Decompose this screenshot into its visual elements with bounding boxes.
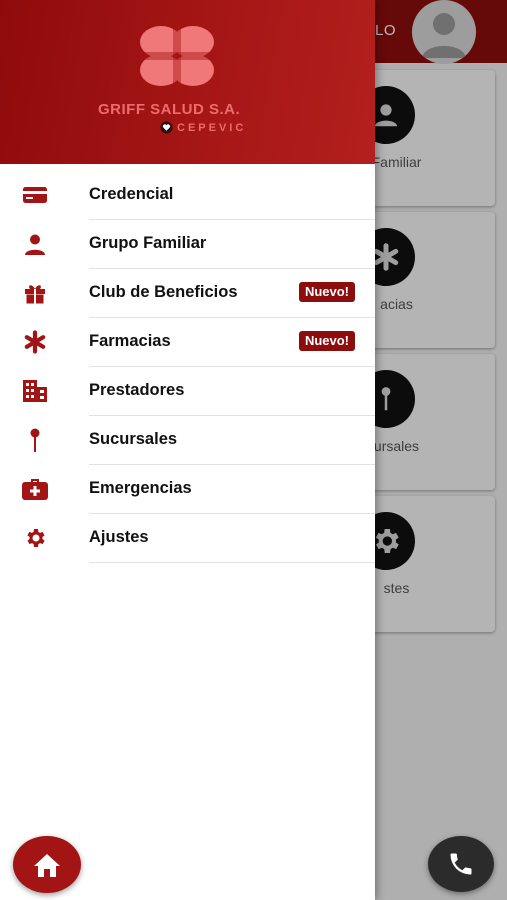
menu-item-label: Farmacias [89, 332, 171, 350]
heart-shield-icon [160, 121, 173, 134]
menu-item-label: Ajustes [89, 528, 149, 546]
card-icon [21, 183, 49, 207]
menu-item-club-de-beneficios[interactable]: Club de Beneficios Nuevo! [0, 269, 375, 318]
location-pin-icon [21, 428, 49, 452]
medical-kit-icon [21, 477, 49, 501]
menu-item-label: Credencial [89, 185, 174, 203]
menu-item-farmacias[interactable]: Farmacias Nuevo! [0, 318, 375, 367]
drawer-header: GRIFF SALUD S.A. CEPEVIC [0, 0, 375, 164]
brand-name: GRIFF SALUD S.A. [98, 101, 241, 118]
building-icon [21, 379, 49, 403]
phone-icon [450, 853, 472, 875]
menu-item-ajustes[interactable]: Ajustes [0, 514, 375, 563]
menu-item-sucursales[interactable]: Sucursales [0, 416, 375, 465]
menu-item-credencial[interactable]: Credencial [0, 171, 375, 220]
brand-sub-text: CEPEVIC [177, 121, 247, 134]
menu-item-label: Prestadores [89, 381, 185, 399]
drawer-menu: Credencial Grupo Familiar Club de Benefi… [0, 171, 375, 563]
brand-logo [138, 22, 216, 92]
gear-icon [21, 526, 49, 550]
new-badge: Nuevo! [298, 282, 355, 302]
menu-item-grupo-familiar[interactable]: Grupo Familiar [0, 220, 375, 269]
menu-item-label: Grupo Familiar [89, 234, 207, 252]
home-icon [34, 853, 60, 877]
new-badge: Nuevo! [298, 331, 355, 351]
menu-item-label: Emergencias [89, 479, 192, 497]
navigation-drawer: GRIFF SALUD S.A. CEPEVIC Credencial Grup… [0, 0, 375, 900]
home-button[interactable] [13, 836, 81, 893]
gift-icon [21, 281, 49, 305]
person-icon [21, 232, 49, 256]
menu-item-label: Club de Beneficios [89, 283, 238, 301]
brand-sub: CEPEVIC [160, 121, 246, 134]
menu-item-label: Sucursales [89, 430, 178, 448]
asterisk-icon [21, 330, 49, 354]
menu-item-emergencias[interactable]: Emergencias [0, 465, 375, 514]
menu-item-prestadores[interactable]: Prestadores [0, 367, 375, 416]
call-button[interactable] [428, 836, 494, 892]
divider [89, 562, 375, 563]
